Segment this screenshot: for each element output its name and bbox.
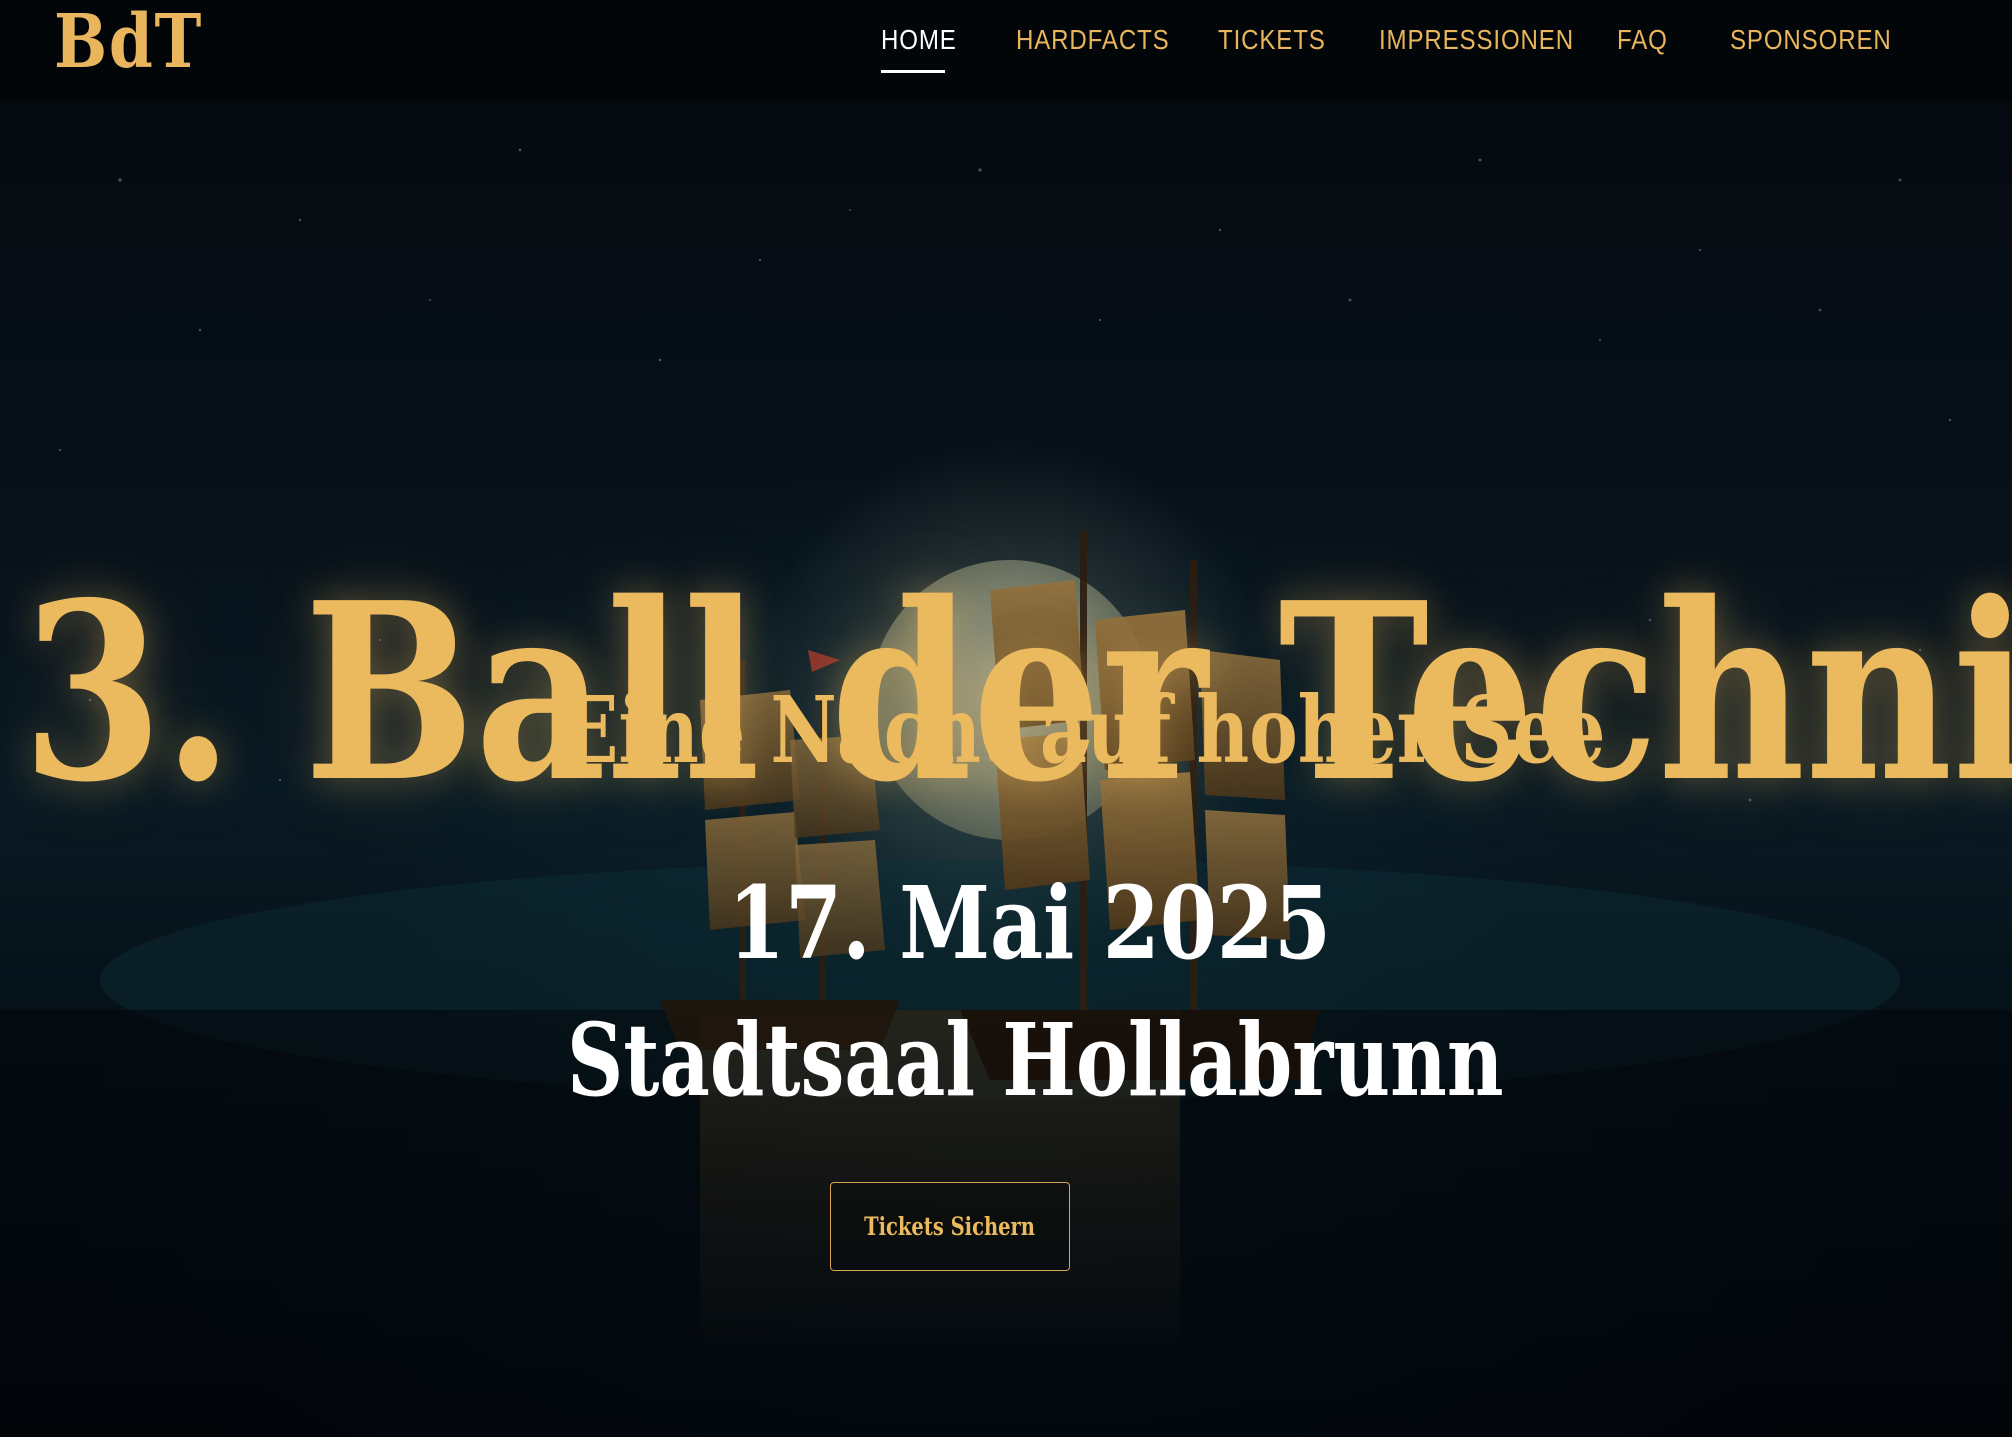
site-header: BdT HOME HARDFACTS TICKETS IMPRESSIONEN … xyxy=(0,0,2012,101)
nav-active-underline xyxy=(881,70,945,73)
page: BdT HOME HARDFACTS TICKETS IMPRESSIONEN … xyxy=(0,0,2012,1437)
tickets-sichern-button[interactable]: Tickets Sichern xyxy=(830,1182,1070,1271)
nav-item-tickets[interactable]: TICKETS xyxy=(1218,24,1326,56)
nav-item-hardfacts[interactable]: HARDFACTS xyxy=(1016,24,1170,56)
event-venue: Stadtsaal Hollabrunn xyxy=(567,1001,1504,1119)
nav-item-sponsoren[interactable]: SPONSOREN xyxy=(1730,24,1892,56)
event-date: 17. Mai 2025 xyxy=(728,864,1332,982)
main-nav: HOME HARDFACTS TICKETS IMPRESSIONEN FAQ … xyxy=(0,0,2012,101)
nav-item-impressionen[interactable]: IMPRESSIONEN xyxy=(1379,24,1574,56)
tickets-sichern-label: Tickets Sichern xyxy=(864,1212,1036,1241)
nav-item-home[interactable]: HOME xyxy=(881,24,957,56)
nav-item-faq[interactable]: FAQ xyxy=(1617,24,1668,56)
hero-subtitle: Eine Nacht auf hoher See xyxy=(563,676,1606,784)
